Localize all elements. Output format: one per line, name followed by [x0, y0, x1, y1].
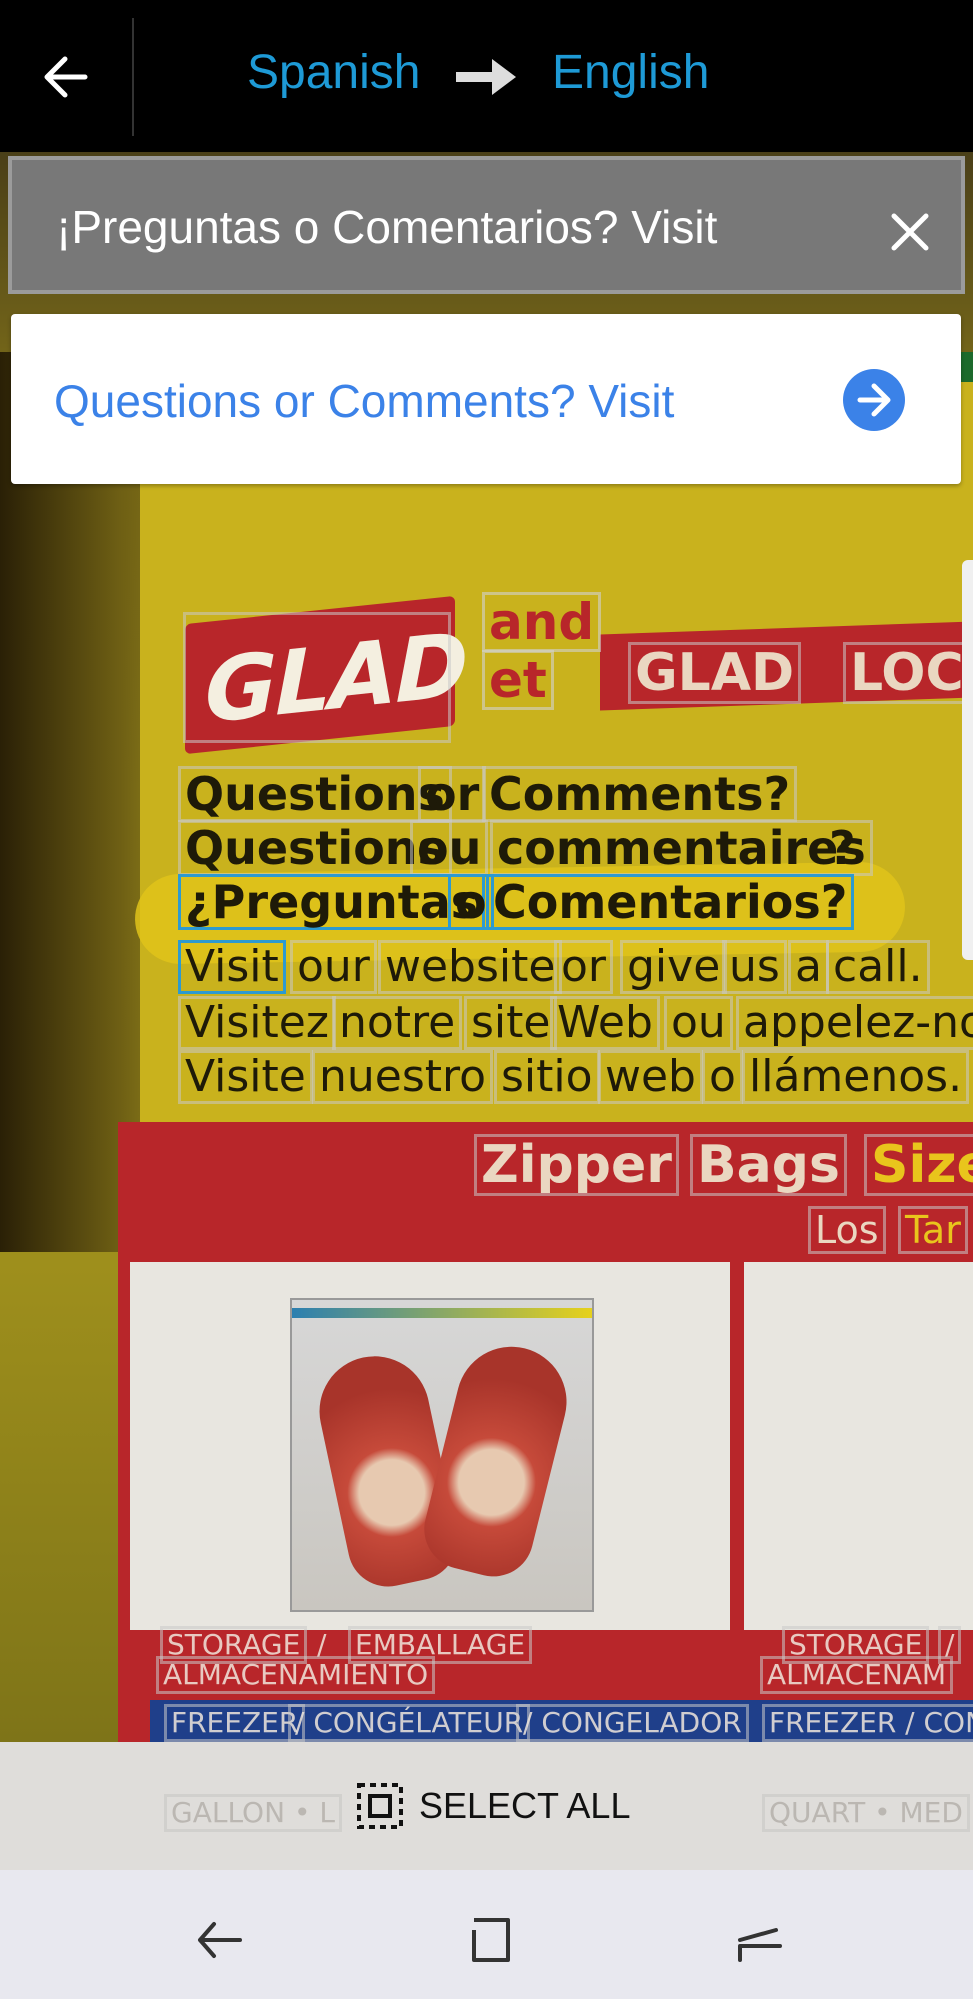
ocr-word[interactable]: / CONGELADOR	[516, 1704, 749, 1742]
source-text[interactable]: ¡Preguntas o Comentarios? Visit	[56, 200, 717, 254]
source-language-button[interactable]: Spanish	[247, 45, 420, 100]
ocr-word[interactable]: llámenos.	[742, 1050, 970, 1104]
ocr-word[interactable]: Visitez	[178, 996, 336, 1050]
ocr-word[interactable]: or	[554, 940, 614, 994]
ocr-word[interactable]: call.	[826, 940, 930, 994]
ocr-word[interactable]: and	[482, 592, 602, 652]
ocr-word[interactable]: web	[598, 1050, 703, 1104]
ocr-word[interactable]: Web	[550, 996, 660, 1050]
translation-text[interactable]: Questions or Comments? Visit	[54, 374, 674, 428]
ocr-word[interactable]: Comments?	[482, 766, 798, 822]
ocr-word[interactable]: ALMACENAMIENTO	[156, 1656, 436, 1694]
close-icon	[891, 213, 929, 251]
clear-button[interactable]	[882, 204, 938, 260]
ocr-word[interactable]: Questions	[178, 766, 452, 822]
ocr-word-selected[interactable]: Visit	[178, 940, 286, 994]
ocr-word-selected[interactable]: ¿Preguntas	[178, 874, 486, 930]
top-bar: Spanish English	[0, 0, 973, 152]
ocr-word-selected[interactable]: Comentarios?	[486, 874, 855, 930]
select-all-icon	[357, 1783, 403, 1829]
ocr-word[interactable]: Tar	[898, 1206, 968, 1254]
nav-back-icon	[198, 1922, 242, 1958]
nav-recents-button[interactable]	[730, 1910, 790, 1970]
ocr-word[interactable]: ou	[664, 996, 733, 1050]
selection-toolbar: GALLON • L QUART • MED SELECT ALL	[0, 1742, 973, 1870]
ocr-word[interactable]: Size	[864, 1134, 973, 1196]
ocr-word[interactable]: our	[290, 940, 377, 994]
system-nav-bar	[0, 1870, 973, 1999]
scroll-handle[interactable]	[962, 560, 973, 960]
open-translation-button[interactable]	[843, 369, 905, 431]
right-arrow-icon	[456, 59, 516, 95]
ocr-word[interactable]: FREEZER / CON	[762, 1704, 973, 1742]
ocr-word[interactable]: GALLON • L	[164, 1794, 342, 1832]
ocr-word[interactable]: or	[418, 766, 487, 822]
ocr-word[interactable]: o	[702, 1050, 743, 1104]
select-all-button[interactable]: SELECT ALL	[355, 1780, 630, 1832]
ocr-word[interactable]: commentaires	[490, 820, 873, 876]
ocr-word[interactable]: us	[722, 940, 787, 994]
ocr-word[interactable]: appelez-no	[736, 996, 973, 1050]
ocr-word[interactable]: FREEZER	[164, 1704, 306, 1742]
ocr-word[interactable]: Los	[808, 1206, 886, 1254]
nav-home-button[interactable]	[460, 1910, 520, 1970]
ocr-word[interactable]: a	[788, 940, 829, 994]
back-arrow-icon	[44, 56, 88, 98]
ocr-word[interactable]: site	[464, 996, 558, 1050]
ocr-word[interactable]	[183, 612, 451, 743]
source-text-bar[interactable]: ¡Preguntas o Comentarios? Visit	[8, 156, 965, 294]
ocr-word[interactable]: GLAD	[628, 642, 802, 704]
ocr-word[interactable]: notre	[332, 996, 463, 1050]
back-button[interactable]	[30, 42, 100, 112]
ocr-word[interactable]: LOC	[843, 642, 971, 704]
ocr-word[interactable]: sitio	[494, 1050, 600, 1104]
ocr-word[interactable]: give	[620, 940, 728, 994]
go-arrow-icon	[857, 383, 891, 417]
ocr-word[interactable]: et	[482, 650, 554, 710]
bag-zipper	[292, 1308, 592, 1318]
divider	[132, 18, 134, 136]
ocr-word[interactable]: website	[378, 940, 563, 994]
nav-recents-icon	[738, 1928, 782, 1962]
ocr-word[interactable]: ?	[822, 820, 863, 876]
zipper-bag-image	[290, 1298, 594, 1612]
product-image-card	[744, 1262, 973, 1630]
fruit-slice	[415, 1335, 579, 1585]
ocr-word[interactable]: / CONGÉLATEUR	[288, 1704, 531, 1742]
select-all-label: SELECT ALL	[419, 1785, 631, 1826]
ocr-word[interactable]: QUART • MED	[762, 1794, 970, 1832]
nav-home-icon	[472, 1918, 510, 1962]
ocr-word[interactable]: nuestro	[312, 1050, 494, 1104]
ocr-word[interactable]: Zipper	[474, 1134, 679, 1196]
nav-back-button[interactable]	[190, 1910, 250, 1970]
target-language-button[interactable]: English	[552, 45, 709, 100]
ocr-word[interactable]: Visite	[178, 1050, 313, 1104]
translation-card[interactable]: Questions or Comments? Visit	[11, 314, 961, 484]
ocr-word[interactable]: Bags	[690, 1134, 847, 1196]
ocr-word[interactable]: ALMACENAM	[760, 1656, 954, 1694]
ocr-word[interactable]: ou	[410, 820, 489, 876]
